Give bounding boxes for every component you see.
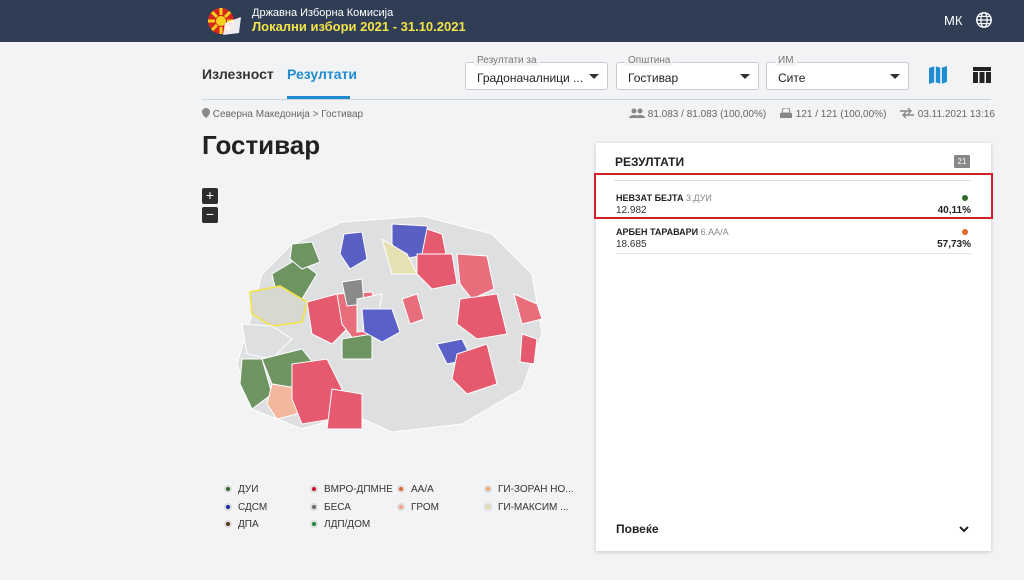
legend-swatch <box>484 503 492 511</box>
select-value: Градоначалници ... <box>477 71 584 85</box>
highlight-box <box>594 173 993 219</box>
municipality-select[interactable]: Општина Гостивар <box>616 55 759 90</box>
results-for-select[interactable]: Резултати за Градоначалници ... <box>465 55 608 90</box>
candidate-party: 6.АА/А <box>700 227 729 237</box>
breadcrumb-current: Гостивар <box>321 109 364 120</box>
chevron-down-icon <box>890 74 900 79</box>
breadcrumb-separator: > <box>312 109 319 120</box>
stations-stat: 121 / 121 (100,00%) <box>779 107 887 120</box>
breadcrumb: Северна Македонија > Гостивар <box>202 108 363 120</box>
candidate-percent: 57,73% <box>937 239 971 250</box>
legend-swatch <box>310 503 318 511</box>
candidate-name: АРБЕН ТАРАВАРИ <box>616 227 699 237</box>
legend-swatch <box>224 520 232 528</box>
legend-swatch <box>224 503 232 511</box>
zoom-out-button[interactable]: − <box>202 207 218 223</box>
legend-swatch <box>484 485 492 493</box>
polling-station-select[interactable]: ИМ Сите <box>766 55 909 90</box>
voters-stat-value: 81.083 / 81.083 (100,00%) <box>647 109 767 120</box>
ballot-box-icon <box>780 107 792 118</box>
legend-swatch <box>310 520 318 528</box>
legend-swatch <box>397 485 405 493</box>
top-bar: Државна Изборна Комисија Локални избори … <box>0 0 1024 42</box>
voters-stat: 81.083 / 81.083 (100,00%) <box>629 108 766 120</box>
divider <box>202 99 991 100</box>
sync-arrows-icon <box>900 107 914 119</box>
sun-flag-logo[interactable] <box>203 5 243 37</box>
legend-swatch <box>310 485 318 493</box>
legend-swatch <box>224 485 232 493</box>
zoom-in-button[interactable]: + <box>202 188 218 204</box>
breadcrumb-root[interactable]: Северна Македонија <box>213 109 310 120</box>
results-count-badge: 21 <box>954 155 970 168</box>
page-title: Гостивар <box>202 130 321 160</box>
org-name: Државна Изборна Комисија <box>252 7 394 19</box>
election-title: Локални избори 2021 - 31.10.2021 <box>252 19 466 34</box>
results-title: РЕЗУЛТАТИ <box>615 155 685 169</box>
candidate-row[interactable]: АРБЕН ТАРАВАРИ 6.АА/А 18.685 57,73% <box>616 227 971 254</box>
select-label: ИМ <box>775 55 797 66</box>
location-pin-icon <box>202 108 210 118</box>
select-value: Сите <box>778 71 806 85</box>
language-switch[interactable]: МК <box>944 13 962 28</box>
select-label: Општина <box>625 55 674 66</box>
stations-stat-value: 121 / 121 (100,00%) <box>795 109 887 120</box>
chevron-down-icon <box>589 74 599 79</box>
chevron-down-icon <box>740 74 750 79</box>
party-legend: ДУИ ВМРО-ДПМНЕ АА/А ГИ-ЗОРАН НО... СДСМ … <box>224 484 584 536</box>
legend-swatch <box>397 503 405 511</box>
select-label: Резултати за <box>474 55 540 66</box>
candidate-votes: 18.685 <box>616 239 647 250</box>
tab-results[interactable]: Резултати <box>287 66 357 82</box>
municipality-map[interactable] <box>232 214 562 434</box>
chevron-down-icon[interactable] <box>958 523 970 535</box>
select-value: Гостивар <box>628 71 679 85</box>
update-stat-value: 03.11.2021 13:16 <box>917 109 995 120</box>
more-button[interactable]: Повеќе <box>616 522 659 536</box>
party-color-dot <box>962 229 968 235</box>
update-stat: 03.11.2021 13:16 <box>899 107 995 120</box>
map-icon[interactable] <box>927 64 949 86</box>
globe-icon[interactable] <box>975 11 993 29</box>
divider <box>616 253 971 254</box>
tab-turnout[interactable]: Излезност <box>202 66 274 82</box>
table-icon[interactable] <box>971 64 993 86</box>
people-icon <box>629 108 645 118</box>
